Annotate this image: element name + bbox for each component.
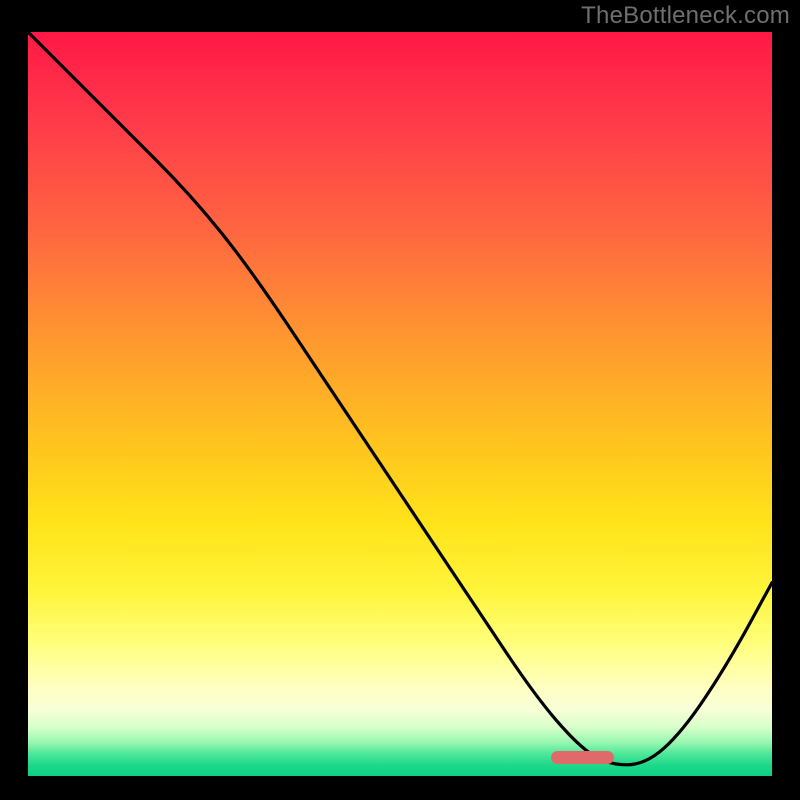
chart-frame: TheBottleneck.com — [0, 0, 800, 800]
bottleneck-curve — [28, 32, 772, 776]
optimum-marker — [551, 751, 614, 764]
watermark-text: TheBottleneck.com — [581, 2, 790, 30]
plot-area — [28, 32, 772, 776]
